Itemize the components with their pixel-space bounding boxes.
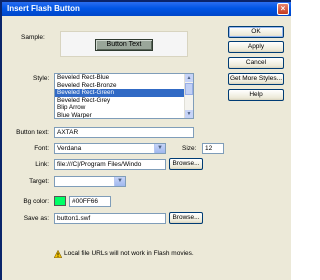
dialog-body: Sample: Button Text Style: Beveled Rect-… <box>2 16 291 280</box>
link-label: Link: <box>35 161 49 168</box>
chevron-down-icon[interactable]: ▼ <box>114 177 125 186</box>
style-list-item[interactable]: Beveled Rect-Blue <box>55 74 193 82</box>
help-button[interactable]: Help <box>228 89 284 101</box>
size-label: Size: <box>182 145 197 152</box>
style-label: Style: <box>33 75 50 82</box>
font-value: Verdana <box>57 145 82 152</box>
scroll-down-icon[interactable]: ▼ <box>185 110 193 118</box>
size-input[interactable]: 12 <box>202 143 224 154</box>
warning-icon <box>54 250 62 258</box>
style-list-item[interactable]: Beveled Rect-Bronze <box>55 82 193 90</box>
get-more-styles-button[interactable]: Get More Styles... <box>228 73 284 85</box>
bg-color-label: Bg color: <box>23 198 49 205</box>
browse-link-button[interactable]: Browse... <box>169 158 203 170</box>
browse-save-button[interactable]: Browse... <box>169 212 203 224</box>
bg-color-input[interactable]: #00FF66 <box>69 196 111 207</box>
ok-button[interactable]: OK <box>228 26 284 38</box>
warning-text: Local file URLs will not work in Flash m… <box>64 250 194 257</box>
button-text-label: Button text: <box>16 129 49 136</box>
chevron-down-icon[interactable]: ▼ <box>154 144 165 153</box>
bg-color-swatch[interactable] <box>54 196 66 206</box>
insert-flash-button-dialog: Insert Flash Button × Sample: Button Tex… <box>0 0 291 280</box>
font-select[interactable]: Verdana ▼ <box>54 143 166 154</box>
style-list-item-selected[interactable]: Beveled Rect-Green <box>55 89 193 97</box>
target-label: Target: <box>29 178 49 185</box>
sample-button-preview: Button Text <box>95 39 153 51</box>
style-listbox[interactable]: Beveled Rect-Blue Beveled Rect-Bronze Be… <box>54 73 194 119</box>
font-label: Font: <box>34 145 49 152</box>
style-list-item[interactable]: Beveled Rect-Grey <box>55 97 193 105</box>
style-list-item[interactable]: Blip Arrow <box>55 104 193 112</box>
style-list-item[interactable]: Blue Warper <box>55 112 193 119</box>
close-icon: × <box>280 4 286 13</box>
title-bar: Insert Flash Button × <box>2 2 291 16</box>
dialog-title: Insert Flash Button <box>7 4 80 13</box>
style-list-scrollbar[interactable]: ▲ ▼ <box>184 74 193 118</box>
scroll-up-icon[interactable]: ▲ <box>185 74 193 82</box>
target-select[interactable]: ▼ <box>54 176 126 187</box>
sample-label: Sample: <box>21 34 45 41</box>
save-as-input[interactable]: button1.swf <box>54 213 166 224</box>
scroll-thumb[interactable] <box>185 83 193 95</box>
button-text-input[interactable]: AXTAR <box>54 127 194 138</box>
save-as-label: Save as: <box>23 215 49 222</box>
cancel-button[interactable]: Cancel <box>228 57 284 69</box>
link-input[interactable]: file:///C|/Program Files/Windo <box>54 159 166 170</box>
sample-preview: Button Text <box>60 31 188 57</box>
apply-button[interactable]: Apply <box>228 41 284 53</box>
close-button[interactable]: × <box>277 3 289 15</box>
